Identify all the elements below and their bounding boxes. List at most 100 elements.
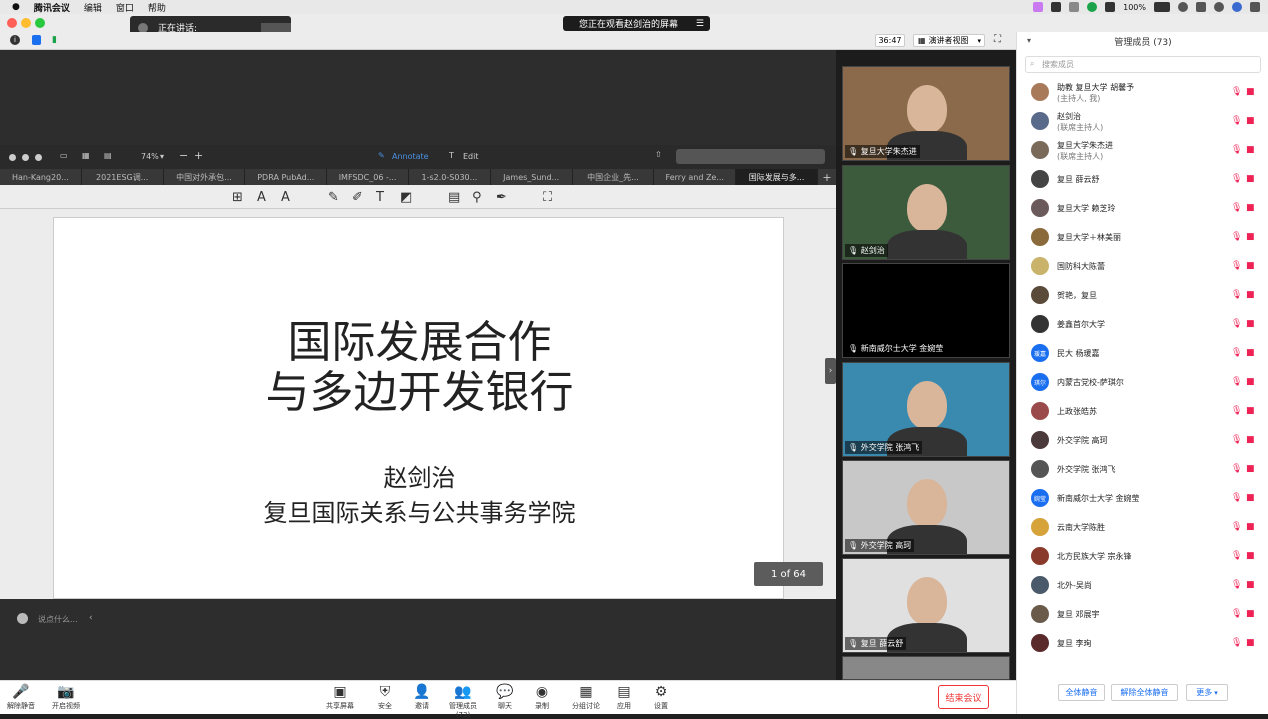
menu-help[interactable]: 帮助 — [148, 1, 166, 14]
mic-off-button[interactable]: 🎤 解除静音 — [1, 684, 41, 711]
camera-off-icon[interactable]: ■ — [1246, 493, 1255, 503]
camera-off-icon[interactable]: ■ — [1246, 551, 1255, 561]
settings-button[interactable]: ⚙ 设置 — [641, 684, 681, 711]
highlight-text-icon[interactable]: A — [257, 190, 266, 205]
participant-row[interactable]: 云南大学陈胜 🎙 ■ — [1017, 513, 1268, 542]
camera-off-icon[interactable]: ■ — [1246, 464, 1255, 474]
mic-muted-icon[interactable]: 🎙 — [1231, 203, 1242, 213]
more-button[interactable]: 更多 ▾ — [1186, 684, 1228, 701]
thumbnail-icon[interactable]: ▦ — [82, 151, 90, 160]
mic-muted-icon[interactable]: 🎙 — [1231, 580, 1242, 590]
text-tool-icon[interactable]: T — [376, 190, 384, 205]
strikethrough-icon[interactable]: A — [281, 190, 290, 205]
camera-off-icon[interactable]: ■ — [1246, 87, 1255, 97]
mic-muted-icon[interactable]: 🎙 — [1231, 464, 1242, 474]
participant-row[interactable]: 外交学院 高珂 🎙 ■ — [1017, 426, 1268, 455]
mic-muted-icon[interactable]: 🎙 — [1231, 609, 1242, 619]
camera-off-icon[interactable]: ■ — [1246, 348, 1255, 358]
security-button[interactable]: ⛨ 安全 — [365, 684, 405, 711]
camera-off-icon[interactable]: ■ — [1246, 116, 1255, 126]
preview-tab[interactable]: 2021ESG调... — [82, 169, 164, 185]
participant-row[interactable]: 复旦 李珣 🎙 ■ — [1017, 629, 1268, 658]
participant-row[interactable]: 琪尔 内蒙古党校-萨琪尔 🎙 ■ — [1017, 368, 1268, 397]
apple-menu-icon[interactable]: ● — [12, 2, 20, 12]
camera-off-icon[interactable]: ■ — [1246, 232, 1255, 242]
video-off-button[interactable]: 📷 开启视频 — [46, 684, 86, 711]
participant-row[interactable]: 北外-吴尚 🎙 ■ — [1017, 571, 1268, 600]
preview-tab[interactable]: 中国企业_先... — [573, 169, 655, 185]
participant-row[interactable]: 北方民族大学 宗永锋 🎙 ■ — [1017, 542, 1268, 571]
shapes-icon[interactable]: ◩ — [400, 190, 412, 205]
end-meeting-button[interactable]: 结束会议 — [938, 685, 989, 709]
camera-off-icon[interactable]: ■ — [1246, 435, 1255, 445]
zoom-in-icon[interactable]: + — [194, 149, 203, 162]
camera-off-icon[interactable]: ■ — [1246, 377, 1255, 387]
mic-muted-icon[interactable]: 🎙 — [1231, 348, 1242, 358]
draw-icon[interactable]: ✐ — [352, 190, 363, 205]
camera-off-icon[interactable]: ■ — [1246, 203, 1255, 213]
unmute-all-button[interactable]: 解除全体静音 — [1111, 684, 1178, 701]
menu-edit[interactable]: 编辑 — [84, 1, 102, 14]
participant-row[interactable]: 瑗嘉 民大 杨瑗嘉 🎙 ■ — [1017, 339, 1268, 368]
mic-muted-icon[interactable]: 🎙 — [1231, 174, 1242, 184]
menu-window[interactable]: 窗口 — [116, 1, 134, 14]
status-app-icon[interactable] — [1033, 2, 1044, 12]
info-icon[interactable]: i — [10, 35, 20, 45]
share-icon[interactable]: ⇧ — [655, 150, 662, 159]
preview-tab[interactable]: IMFSDC_06 -... — [327, 169, 409, 185]
camera-off-icon[interactable]: ■ — [1246, 174, 1255, 184]
collapse-video-icon[interactable]: › — [825, 358, 836, 384]
participant-row[interactable]: 外交学院 张鸿飞 🎙 ■ — [1017, 455, 1268, 484]
mic-muted-icon[interactable]: 🎙 — [1231, 116, 1242, 126]
zoom-level[interactable]: 74% — [141, 152, 159, 161]
preview-tab[interactable]: PDRA PubAd... — [245, 169, 328, 185]
close-window-icon[interactable] — [7, 18, 17, 28]
camera-off-icon[interactable]: ■ — [1246, 145, 1255, 155]
mic-muted-icon[interactable]: 🎙 — [1231, 493, 1242, 503]
chat-input[interactable]: 说点什么... — [38, 614, 78, 625]
invite-button[interactable]: 👤 邀请 — [402, 684, 442, 711]
camera-off-icon[interactable]: ■ — [1246, 261, 1255, 271]
video-tile[interactable]: 🎙 复旦大学朱杰进 — [842, 66, 1010, 161]
video-tile[interactable]: 🎙 外交学院 张鸿飞 — [842, 362, 1010, 457]
clock-icon[interactable] — [1178, 2, 1188, 12]
wifi-icon[interactable] — [1105, 2, 1116, 12]
control-center-icon[interactable] — [1250, 2, 1260, 12]
participant-row[interactable]: 贺艳，复旦 🎙 ■ — [1017, 281, 1268, 310]
mic-muted-icon[interactable]: 🎙 — [1231, 290, 1242, 300]
note-icon[interactable]: ▤ — [448, 190, 460, 205]
mic-muted-icon[interactable]: 🎙 — [1231, 145, 1242, 155]
camera-off-icon[interactable]: ■ — [1246, 638, 1255, 648]
mic-muted-icon[interactable]: 🎙 — [1231, 406, 1242, 416]
mic-muted-icon[interactable]: 🎙 — [1231, 522, 1242, 532]
participant-row[interactable]: 婉莹 新南威尔士大学 金婉莹 🎙 ■ — [1017, 484, 1268, 513]
preview-tab[interactable]: 中国对外承包... — [164, 169, 246, 185]
mic-muted-icon[interactable]: 🎙 — [1231, 232, 1242, 242]
viewing-menu-icon[interactable]: ☰ — [696, 19, 704, 29]
camera-off-icon[interactable]: ■ — [1246, 406, 1255, 416]
security-shield-icon[interactable] — [32, 35, 41, 45]
battery-icon[interactable] — [1154, 2, 1170, 12]
participant-row[interactable]: 复旦大学＋林美丽 🎙 ■ — [1017, 223, 1268, 252]
preview-close-dot[interactable] — [9, 154, 16, 161]
video-tile-partial[interactable] — [842, 656, 1010, 680]
annotate-button[interactable]: Annotate — [392, 152, 429, 161]
mic-muted-icon[interactable]: 🎙 — [1231, 638, 1242, 648]
preview-tab[interactable]: Ferry and Ze... — [654, 169, 737, 185]
camera-off-icon[interactable]: ■ — [1246, 580, 1255, 590]
apps-button[interactable]: ▤ 应用 — [604, 684, 644, 711]
chat-collapse-icon[interactable]: ‹ — [89, 613, 93, 623]
preview-tab[interactable]: 1-s2.0-S030... — [409, 169, 491, 185]
zoom-chevron-icon[interactable]: ▾ — [160, 152, 164, 161]
mic-muted-icon[interactable]: 🎙 — [1231, 377, 1242, 387]
preview-tab[interactable]: Han-Kang20... — [0, 169, 82, 185]
share-screen-button[interactable]: ▣ 共享屏幕 — [320, 684, 360, 711]
participant-row[interactable]: 助教 复旦大学 胡馨予 (主持人, 我) 🎙 ■ — [1017, 78, 1268, 107]
green-status-icon[interactable] — [1087, 2, 1098, 12]
fullscreen-icon[interactable]: ⛶ — [994, 34, 1008, 47]
chat-button[interactable]: 💬 聊天 — [485, 684, 525, 711]
crop-icon[interactable]: ⛶ — [543, 190, 552, 205]
mic-muted-icon[interactable]: 🎙 — [1231, 87, 1242, 97]
participant-row[interactable]: 上政张皓苏 🎙 ■ — [1017, 397, 1268, 426]
sketch-icon[interactable]: ✎ — [328, 190, 339, 205]
